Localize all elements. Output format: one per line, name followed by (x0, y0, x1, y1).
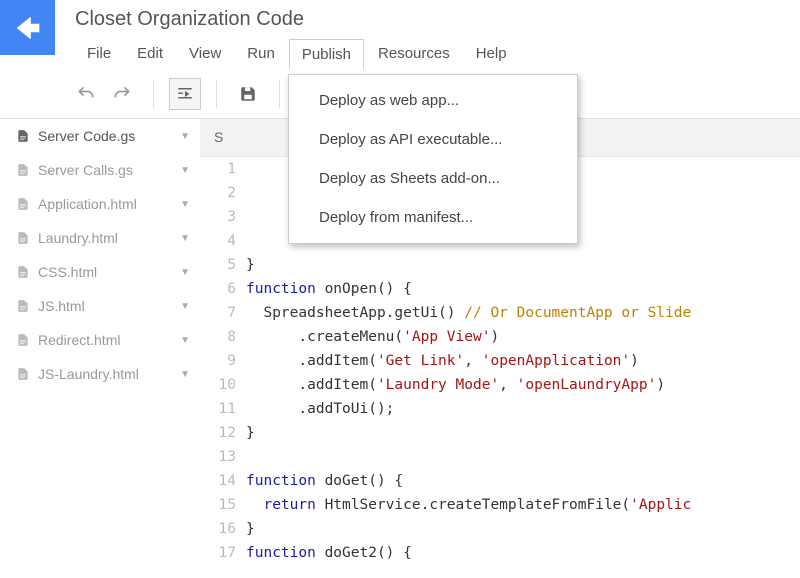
menu-run[interactable]: Run (235, 39, 287, 69)
indent-button[interactable] (169, 78, 201, 110)
file-name: JS.html (38, 298, 85, 314)
file-sidebar: Server Code.gs▼Server Calls.gs▼Applicati… (0, 119, 200, 572)
save-button[interactable] (232, 78, 264, 110)
dropdown-item[interactable]: Deploy as web app... (289, 81, 577, 120)
file-item[interactable]: Redirect.html ▼ (0, 323, 200, 357)
menu-view[interactable]: View (177, 39, 233, 69)
caret-down-icon[interactable]: ▼ (180, 267, 190, 278)
file-name: Redirect.html (38, 332, 120, 348)
file-name: CSS.html (38, 264, 97, 280)
menu-help[interactable]: Help (464, 39, 519, 69)
apps-script-logo (0, 0, 55, 55)
caret-down-icon[interactable]: ▼ (180, 233, 190, 244)
file-item[interactable]: Server Code.gs ▼ (0, 119, 200, 153)
menu-file[interactable]: File (75, 39, 123, 69)
publish-dropdown: Deploy as web app...Deploy as API execut… (288, 74, 578, 244)
caret-down-icon[interactable]: ▼ (180, 165, 190, 176)
file-item[interactable]: Application.html ▼ (0, 187, 200, 221)
line-gutter: 1234567891011121314151617 (200, 157, 246, 565)
file-name: JS-Laundry.html (38, 366, 139, 382)
menubar: FileEditViewRunPublishResourcesHelp (75, 39, 800, 69)
file-item[interactable]: CSS.html ▼ (0, 255, 200, 289)
dropdown-item[interactable]: Deploy as API executable... (289, 120, 577, 159)
caret-down-icon[interactable]: ▼ (180, 131, 190, 142)
file-icon (16, 366, 30, 382)
menu-publish[interactable]: Publish (289, 39, 364, 69)
file-item[interactable]: JS.html ▼ (0, 289, 200, 323)
file-name: Server Code.gs (38, 128, 135, 144)
dropdown-item[interactable]: Deploy as Sheets add-on... (289, 159, 577, 198)
caret-down-icon[interactable]: ▼ (180, 369, 190, 380)
file-name: Server Calls.gs (38, 162, 133, 178)
file-icon (16, 264, 30, 280)
file-icon (16, 230, 30, 246)
caret-down-icon[interactable]: ▼ (180, 335, 190, 346)
file-icon (16, 196, 30, 212)
menu-resources[interactable]: Resources (366, 39, 462, 69)
caret-down-icon[interactable]: ▼ (180, 199, 190, 210)
dropdown-item[interactable]: Deploy from manifest... (289, 198, 577, 237)
file-name: Laundry.html (38, 230, 118, 246)
file-item[interactable]: JS-Laundry.html ▼ (0, 357, 200, 391)
file-icon (16, 298, 30, 314)
caret-down-icon[interactable]: ▼ (180, 301, 190, 312)
file-icon (16, 332, 30, 348)
file-item[interactable]: Server Calls.gs ▼ (0, 153, 200, 187)
menu-edit[interactable]: Edit (125, 39, 175, 69)
file-icon (16, 128, 30, 144)
file-name: Application.html (38, 196, 137, 212)
file-item[interactable]: Laundry.html ▼ (0, 221, 200, 255)
project-title[interactable]: Closet Organization Code (75, 8, 800, 31)
file-icon (16, 162, 30, 178)
undo-button[interactable] (70, 78, 102, 110)
redo-button[interactable] (106, 78, 138, 110)
